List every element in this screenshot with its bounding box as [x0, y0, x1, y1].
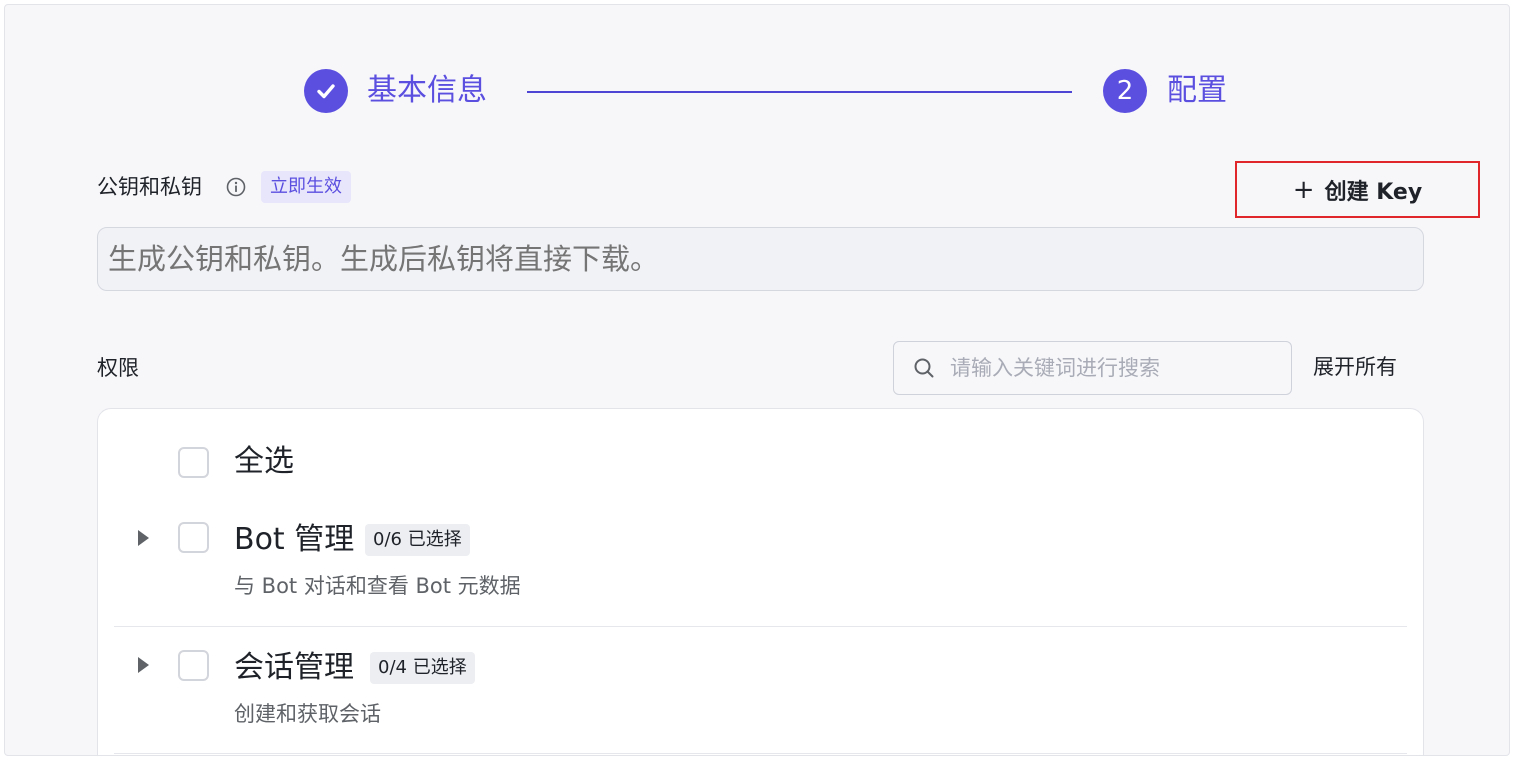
effective-now-tag: 立即生效	[261, 171, 351, 203]
expand-caret-icon[interactable]	[138, 530, 149, 546]
info-icon[interactable]	[226, 177, 246, 197]
search-input[interactable]	[950, 356, 1280, 380]
step-completed-icon	[304, 69, 348, 113]
create-key-label: 创建 Key	[1324, 179, 1423, 205]
group-title-conversation[interactable]: 会话管理	[234, 648, 354, 688]
permission-tree: 全选 Bot 管理 0/6 已选择 与 Bot 对话和查看 Bot 元数据 会话…	[97, 408, 1424, 755]
selection-count-badge: 0/4 已选择	[370, 652, 475, 684]
permissions-label: 权限	[97, 356, 139, 380]
key-textarea[interactable]	[97, 227, 1424, 291]
row-divider	[114, 753, 1407, 754]
step-1-label[interactable]: 基本信息	[367, 69, 487, 113]
group-description: 与 Bot 对话和查看 Bot 元数据	[234, 574, 521, 598]
select-all-checkbox[interactable]	[178, 447, 209, 478]
step-2-label[interactable]: 配置	[1167, 69, 1227, 113]
key-section-label: 公钥和私钥	[97, 175, 202, 199]
step-connector	[527, 91, 1072, 93]
group-description: 创建和获取会话	[234, 702, 381, 726]
permission-search-box[interactable]	[893, 341, 1292, 395]
search-icon	[914, 358, 934, 378]
group-title-bot[interactable]: Bot 管理	[234, 520, 354, 560]
step-2-number: 2	[1116, 76, 1134, 106]
step-2-number-icon: 2	[1103, 69, 1147, 113]
group-checkbox-conversation[interactable]	[178, 650, 209, 681]
config-panel: 基本信息 2 配置 公钥和私钥 立即生效 + 创建 Key 权限 展开所有 全选…	[4, 4, 1510, 756]
group-checkbox-bot[interactable]	[178, 522, 209, 553]
selection-count-badge: 0/6 已选择	[365, 524, 470, 556]
expand-caret-icon[interactable]	[138, 657, 149, 673]
row-divider	[114, 626, 1407, 627]
plus-icon: +	[1292, 174, 1315, 205]
check-icon	[317, 84, 335, 99]
create-key-button[interactable]: + 创建 Key	[1235, 161, 1480, 218]
expand-all-button[interactable]: 展开所有	[1313, 353, 1397, 381]
select-all-label[interactable]: 全选	[234, 442, 294, 482]
